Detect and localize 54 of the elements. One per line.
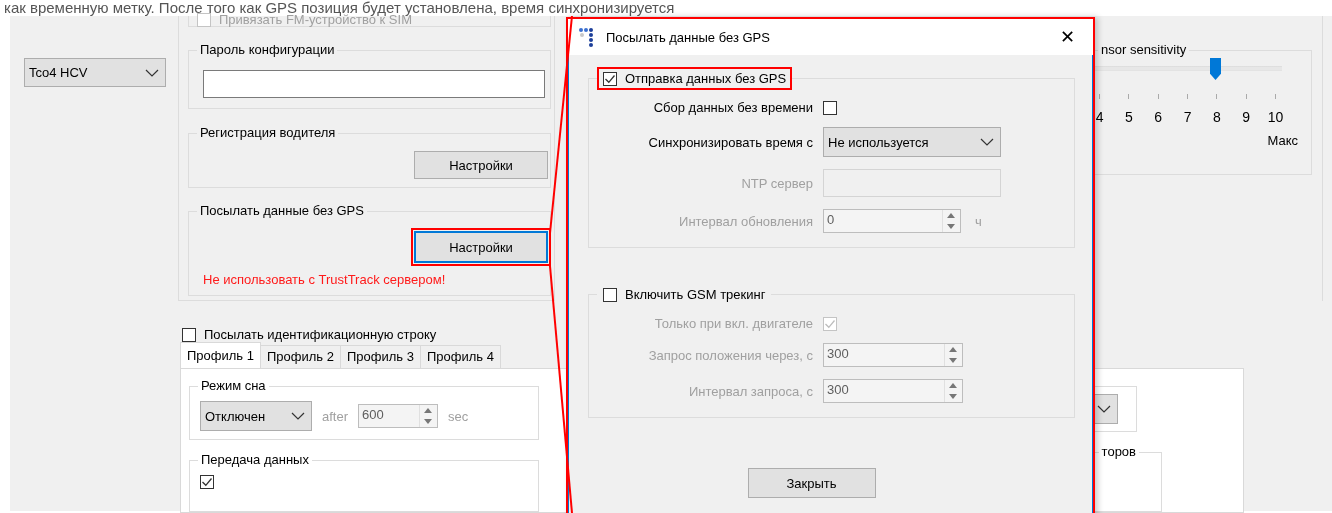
checkbox[interactable] (200, 475, 214, 489)
tick-label: 4 (1095, 109, 1104, 125)
tick-label: 5 (1125, 109, 1133, 125)
checkbox[interactable] (182, 327, 196, 342)
max-label: Макс (1267, 133, 1298, 148)
checkbox-label: Посылать идентификационную строку (204, 327, 437, 342)
field-label: NTP сервер (740, 175, 813, 191)
field-label: Интервал обновления (678, 213, 813, 229)
tick-label: 8 (1212, 109, 1221, 125)
time-sync-select[interactable]: Не используется (823, 127, 1001, 157)
tick-mark (1187, 94, 1189, 99)
tick-mark (1245, 94, 1247, 99)
checkbox[interactable] (603, 71, 617, 86)
settings-button[interactable]: Настройки (414, 231, 548, 263)
after-label: after (322, 408, 348, 424)
caret-icon (291, 412, 305, 420)
field-label: Сбор данных без времени (652, 100, 813, 115)
tick-mark (1099, 94, 1101, 99)
tick-label: 10 (1267, 109, 1284, 125)
device-select[interactable]: Tco4 HCV (24, 58, 166, 87)
warning-text: Не использовать с TrustTrack сервером! (203, 272, 446, 287)
caret-icon (1097, 405, 1111, 413)
caret-icon (145, 68, 159, 77)
tick-label: 9 (1242, 109, 1251, 125)
group-title: Передача данных (198, 452, 312, 468)
group-title: Пароль конфигурации (197, 42, 338, 58)
unit-label: ч (975, 213, 982, 229)
tick-mark (1157, 94, 1159, 99)
tick-label: 7 (1183, 109, 1192, 125)
field-label: Запрос положения через, с (647, 347, 813, 363)
close-dialog-button[interactable]: Закрыть (747, 468, 876, 498)
profile-tab[interactable]: Профиль 1 (180, 342, 261, 368)
checkbox[interactable] (823, 100, 837, 115)
dialog-title: Посылать данные без GPS (606, 29, 771, 45)
close-button[interactable]: ✕ (1051, 22, 1083, 52)
group-title: Регистрация водителя (197, 125, 339, 141)
settings-button[interactable]: Настройки (414, 151, 548, 179)
slider-thumb[interactable] (1210, 58, 1221, 80)
tick-mark (1128, 94, 1130, 99)
password-field[interactable] (203, 70, 545, 98)
field-label: Интервал запроса, с (687, 383, 813, 399)
checkbox[interactable] (603, 287, 617, 302)
group-title: nsor sensitivity (1098, 42, 1190, 58)
field-label: Только при вкл. двигателе (653, 316, 813, 331)
tick-mark (1274, 94, 1276, 99)
checkbox-label: Включить GSM трекинг (625, 287, 766, 302)
unit-label: sec (448, 408, 469, 424)
group-title: Посылать данные без GPS (197, 203, 367, 219)
tick-label: 6 (1154, 109, 1163, 125)
profile-tab[interactable]: Профиль 4 (419, 345, 501, 368)
tick-mark (1216, 94, 1218, 99)
caret-icon (980, 138, 994, 146)
field-label: Синхронизировать время с (647, 134, 813, 150)
checkbox-label: Отправка данных без GPS (625, 71, 787, 86)
